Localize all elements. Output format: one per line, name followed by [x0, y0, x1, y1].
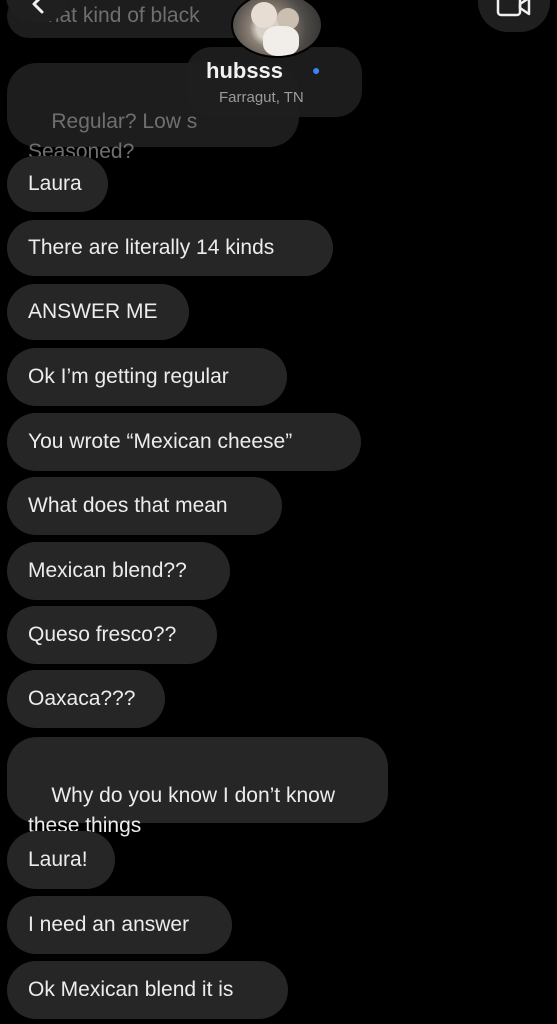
- message-bubble: Queso fresco??: [7, 606, 217, 664]
- message-bubble: Laura!: [7, 831, 115, 889]
- message-bubble: Oaxaca???: [7, 670, 165, 728]
- message-bubble: ANSWER ME: [7, 284, 189, 340]
- chat-screen: What kind of black Regular? Low s Season…: [0, 0, 557, 1024]
- message-text: Queso fresco??: [28, 623, 177, 646]
- message-bubble: Ok I’m getting regular: [7, 348, 287, 406]
- video-call-button[interactable]: [478, 0, 550, 32]
- contact-location: Farragut, TN: [219, 89, 304, 106]
- message-text: What does that mean: [28, 494, 228, 517]
- message-bubble: Why do you know I don’t know these thing…: [7, 737, 388, 837]
- chevron-left-icon: [32, 0, 44, 14]
- message-bubble: What does that mean: [7, 477, 282, 535]
- message-text: ANSWER ME: [28, 300, 158, 323]
- message-text: I need an answer: [28, 913, 190, 936]
- message-bubble: I need an answer: [7, 896, 232, 954]
- video-call-icon: [496, 0, 531, 17]
- message-bubble: You wrote “Mexican cheese”: [7, 413, 361, 471]
- message-text: Laura: [28, 172, 82, 195]
- message-text: There are literally 14 kinds: [28, 236, 275, 259]
- message-text: You wrote “Mexican cheese”: [28, 430, 293, 453]
- verified-badge-icon: ●: [312, 62, 321, 78]
- message-bubble: There are literally 14 kinds: [7, 220, 333, 276]
- message-text: Ok I’m getting regular: [28, 365, 229, 388]
- message-text: Why do you know I don’t know these thing…: [28, 784, 335, 837]
- message-bubble: Mexican blend??: [7, 542, 230, 600]
- contact-name[interactable]: hubsss: [206, 58, 283, 84]
- message-bubble: Ok Mexican blend it is: [7, 961, 288, 1019]
- message-bubble: Laura: [7, 156, 108, 212]
- message-text: Ok Mexican blend it is: [28, 978, 234, 1001]
- message-text: Mexican blend??: [28, 559, 187, 582]
- message-text: Laura!: [28, 848, 88, 871]
- message-text: Oaxaca???: [28, 687, 136, 710]
